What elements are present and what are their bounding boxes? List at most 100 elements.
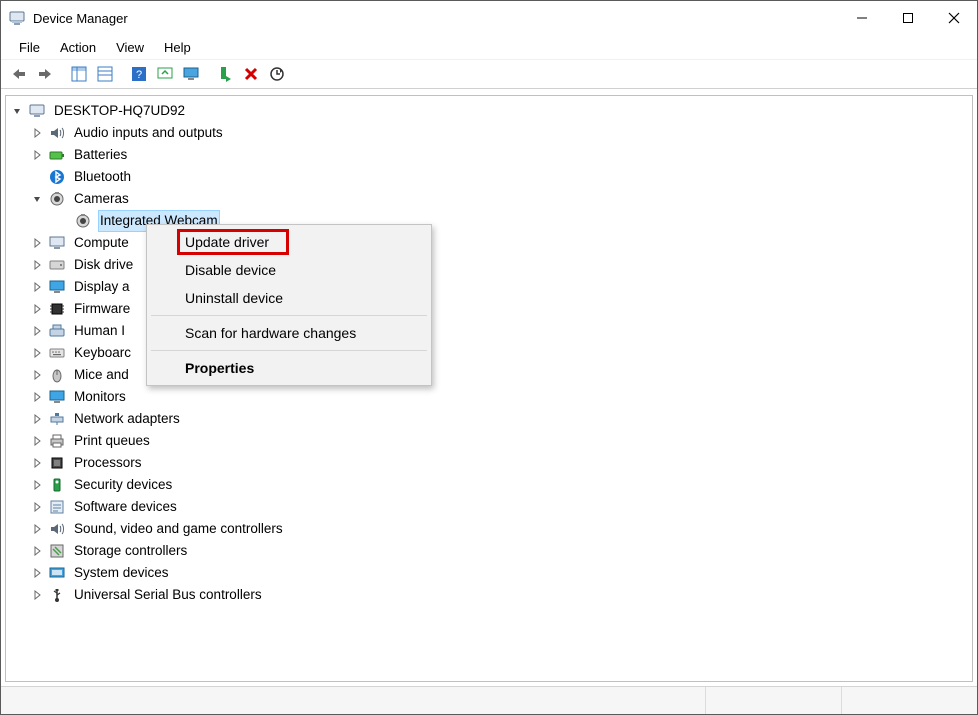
tree-node-label: Firmware [72,298,132,320]
tree-node[interactable]: Monitors [8,386,970,408]
chevron-right-icon[interactable] [30,148,44,162]
chevron-right-icon[interactable] [30,434,44,448]
tree-node[interactable]: Sound, video and game controllers [8,518,970,540]
chevron-down-icon[interactable] [30,192,44,206]
usb-icon [48,586,66,604]
tree-node[interactable]: Bluetooth [8,166,970,188]
tree-area: DESKTOP-HQ7UD92 Audio inputs and outputs… [1,89,977,686]
context-menu: Update driverDisable deviceUninstall dev… [146,224,432,386]
context-menu-item[interactable]: Update driver [149,228,429,256]
tree-node-label: Keyboarc [72,342,133,364]
spacer [30,170,44,184]
remove-button[interactable] [239,62,263,86]
tree-node-label: Compute [72,232,131,254]
cpu-icon [48,454,66,472]
tree-node-label: Audio inputs and outputs [72,122,225,144]
disk-icon [48,256,66,274]
tree-node[interactable]: Print queues [8,430,970,452]
back-button[interactable] [7,62,31,86]
chevron-down-icon[interactable] [10,104,24,118]
network-icon [48,410,66,428]
tree-node[interactable]: System devices [8,562,970,584]
tree-node-label: System devices [72,562,171,584]
tree-node-label: Batteries [72,144,129,166]
tree-node-label: Processors [72,452,144,474]
minimize-button[interactable] [839,3,885,33]
enable-button[interactable] [213,62,237,86]
svg-text:?: ? [136,69,142,81]
tree-node[interactable]: Software devices [8,496,970,518]
chevron-right-icon[interactable] [30,346,44,360]
printer-icon [48,432,66,450]
speaker-icon [48,520,66,538]
scan-button[interactable] [265,62,289,86]
menu-action[interactable]: Action [50,38,106,57]
context-menu-item[interactable]: Uninstall device [149,284,429,312]
tree-node[interactable]: Network adapters [8,408,970,430]
battery-icon [48,146,66,164]
update-driver-button[interactable] [153,62,177,86]
chevron-right-icon[interactable] [30,280,44,294]
camera-icon [48,190,66,208]
toolbar: ? [1,59,977,89]
tree-node[interactable]: Batteries [8,144,970,166]
chip-icon [48,300,66,318]
tree-node-label: Cameras [72,188,131,210]
software-icon [48,498,66,516]
chevron-right-icon[interactable] [30,390,44,404]
tree-node-label: Security devices [72,474,174,496]
display-icon [48,278,66,296]
chevron-right-icon[interactable] [30,368,44,382]
chevron-right-icon[interactable] [30,544,44,558]
menu-file[interactable]: File [9,38,50,57]
menubar: File Action View Help [1,35,977,59]
chevron-right-icon[interactable] [30,236,44,250]
tree-node-label: Monitors [72,386,128,408]
tree-node[interactable]: Audio inputs and outputs [8,122,970,144]
tree-node[interactable]: Cameras [8,188,970,210]
tree-node-label: Human I [72,320,127,342]
computer-icon [48,234,66,252]
chevron-right-icon[interactable] [30,522,44,536]
tree-node-label: Display a [72,276,132,298]
chevron-right-icon[interactable] [30,456,44,470]
context-menu-item[interactable]: Scan for hardware changes [149,319,429,347]
context-menu-item[interactable]: Disable device [149,256,429,284]
chevron-right-icon[interactable] [30,478,44,492]
chevron-right-icon[interactable] [30,258,44,272]
window-buttons [839,3,977,33]
root-node[interactable]: DESKTOP-HQ7UD92 [8,100,970,122]
tree-node-label: Storage controllers [72,540,189,562]
tree-node[interactable]: Storage controllers [8,540,970,562]
tree-node[interactable]: Processors [8,452,970,474]
chevron-right-icon[interactable] [30,566,44,580]
chevron-right-icon[interactable] [30,126,44,140]
context-menu-item[interactable]: Properties [149,354,429,382]
chevron-right-icon[interactable] [30,324,44,338]
bluetooth-icon [48,168,66,186]
chevron-right-icon[interactable] [30,412,44,426]
detail-view-button[interactable] [67,62,91,86]
context-menu-separator [151,350,427,351]
tree-node-label: Sound, video and game controllers [72,518,285,540]
device-tree[interactable]: DESKTOP-HQ7UD92 Audio inputs and outputs… [5,95,973,682]
root-label: DESKTOP-HQ7UD92 [52,100,187,122]
device-manager-icon [9,10,25,26]
maximize-button[interactable] [885,3,931,33]
mouse-icon [48,366,66,384]
menu-view[interactable]: View [106,38,154,57]
tree-node-label: Print queues [72,430,152,452]
tree-node[interactable]: Security devices [8,474,970,496]
tree-node[interactable]: Universal Serial Bus controllers [8,584,970,606]
list-view-button[interactable] [93,62,117,86]
monitor-button[interactable] [179,62,203,86]
chevron-right-icon[interactable] [30,588,44,602]
storage-icon [48,542,66,560]
chevron-right-icon[interactable] [30,302,44,316]
forward-button[interactable] [33,62,57,86]
help-button[interactable]: ? [127,62,151,86]
context-menu-separator [151,315,427,316]
chevron-right-icon[interactable] [30,500,44,514]
menu-help[interactable]: Help [154,38,201,57]
close-button[interactable] [931,3,977,33]
